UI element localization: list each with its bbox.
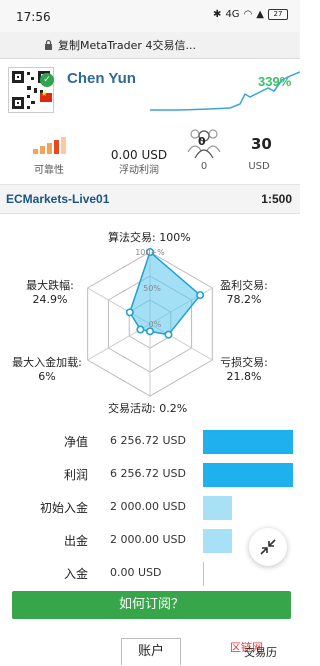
ring-label-50: 50%	[143, 284, 161, 293]
reliability-icon	[33, 137, 66, 154]
wifi-icon: ◠	[243, 9, 253, 20]
radar-max-deposit-value: 6%	[38, 370, 56, 383]
price-unit: USD	[248, 161, 270, 172]
bluetooth-icon: ✱	[213, 9, 222, 20]
fin-bar-withdrawal	[203, 529, 232, 553]
fin-label-deposit: 入金	[64, 567, 89, 581]
fin-label-initial-deposit: 初始入金	[40, 501, 89, 515]
fin-bar-equity	[203, 430, 293, 454]
radar-label-max-deposit: 最大入金加载: 6%	[8, 356, 86, 384]
fin-label-withdrawal: 出金	[64, 534, 89, 548]
page-title: 复制MetaTrader 4交易信...	[58, 39, 196, 52]
radar-label-loss: 亏损交易: 21.8%	[218, 356, 270, 384]
radar-label-max-drawdown: 最大跌幅: 24.9%	[20, 279, 80, 307]
trader-name[interactable]: Chen Yun	[67, 70, 136, 87]
radar-label-activity: 交易活动: 0.2%	[108, 402, 188, 415]
radar-profit-value: 78.2%	[226, 293, 262, 306]
radar-chart: 100+% 50% 0%	[87, 248, 213, 397]
radar-point-activity	[146, 327, 155, 336]
battery-icon: 27	[268, 9, 288, 20]
fin-label-profit: 利润	[64, 468, 89, 482]
radar-point-max-deposit	[136, 325, 145, 334]
lock-icon	[45, 39, 52, 50]
how-to-subscribe-button[interactable]: 如何订阅？	[12, 591, 291, 619]
fin-value-profit: 6 256.72 USD	[110, 467, 186, 480]
collapse-arrows-icon	[260, 539, 276, 555]
radar-value-shape	[128, 250, 202, 336]
fin-value-equity: 6 256.72 USD	[110, 434, 186, 447]
ring-label-100: 100+%	[135, 248, 165, 257]
verified-check-icon: ✓	[40, 73, 54, 87]
radar-point-profit	[196, 291, 205, 300]
tab-trade-history[interactable]: 交易历	[244, 644, 277, 660]
fin-value-deposit: 0.00 USD	[110, 566, 162, 579]
radar-max-deposit-title: 最大入金加载:	[12, 356, 82, 369]
radar-max-drawdown-value: 24.9%	[32, 293, 68, 306]
fin-bar-deposit	[203, 562, 204, 586]
fin-value-withdrawal: 2 000.00 USD	[110, 533, 186, 546]
account-server: ECMarkets-Live01	[6, 192, 110, 206]
status-icons: ✱ 4G ◠ ▲ 27	[213, 9, 288, 20]
radar-label-algo: 算法交易: 100%	[108, 231, 191, 244]
signal-icon: ▲	[256, 9, 264, 20]
subscribers-badge: 0	[198, 135, 206, 148]
collapse-button[interactable]	[249, 528, 287, 566]
subscription-price: 30	[251, 135, 272, 153]
radar-label-profit: 盈利交易: 78.2%	[219, 279, 269, 307]
ring-label-0: 0%	[149, 320, 162, 329]
fin-value-initial-deposit: 2 000.00 USD	[110, 500, 186, 513]
radar-max-drawdown-title: 最大跌幅:	[26, 279, 74, 292]
radar-point-max-drawdown	[125, 308, 134, 317]
fin-bar-profit	[203, 463, 293, 487]
fin-bar-initial-deposit	[203, 496, 232, 520]
fin-label-equity: 净值	[64, 435, 89, 449]
radar-loss-value: 21.8%	[226, 370, 262, 383]
floating-profit-value: 0.00 USD	[110, 148, 168, 162]
account-leverage: 1:500	[261, 192, 292, 206]
status-time: 17:56	[16, 10, 51, 24]
floating-profit-label: 浮动利润	[119, 165, 159, 176]
radar-profit-title: 盈利交易:	[220, 279, 268, 292]
radar-point-loss	[164, 330, 173, 339]
radar-loss-title: 亏损交易:	[220, 356, 268, 369]
tab-account[interactable]: 账户	[121, 638, 181, 665]
reliability-label: 可靠性	[34, 165, 64, 176]
network-label: 4G	[225, 9, 240, 20]
china-flag-icon	[40, 90, 52, 102]
growth-value: 339%	[258, 74, 292, 89]
subscribers-label: 0	[200, 161, 208, 172]
